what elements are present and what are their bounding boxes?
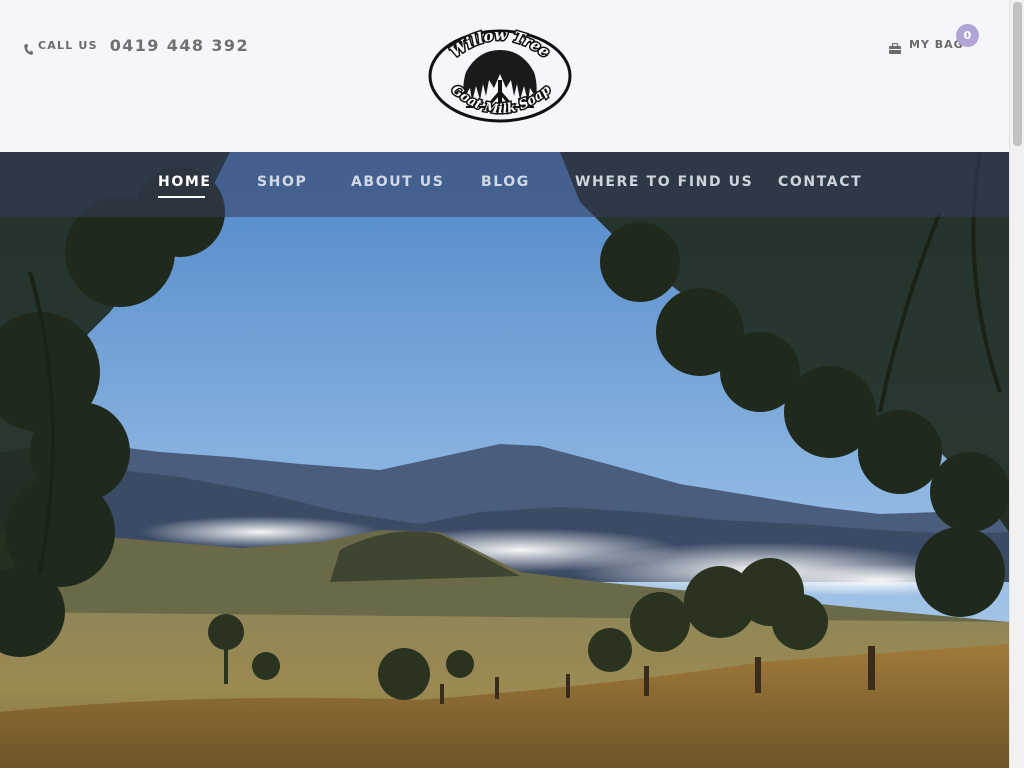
nav-home[interactable]: HOME xyxy=(158,174,212,190)
call-us-label: CALL US xyxy=(38,39,98,52)
site-logo[interactable]: Willow Tree Goat Milk Soap xyxy=(426,22,574,130)
site-header: CALL US 0419 448 392 Willow Tree Goat Mi… xyxy=(0,0,1009,152)
nav-where-to-find-us[interactable]: WHERE TO FIND US xyxy=(575,174,753,190)
call-us[interactable]: CALL US 0419 448 392 xyxy=(24,36,249,55)
briefcase-icon xyxy=(889,39,901,54)
my-bag-link[interactable]: MY BAG xyxy=(889,38,964,54)
phone-number[interactable]: 0419 448 392 xyxy=(110,36,249,55)
scrollbar-thumb[interactable] xyxy=(1013,2,1022,146)
nav-blog[interactable]: BLOG xyxy=(481,174,530,190)
page: CALL US 0419 448 392 Willow Tree Goat Mi… xyxy=(0,0,1024,768)
nav-shop[interactable]: SHOP xyxy=(257,174,307,190)
bag-count-badge[interactable]: 0 xyxy=(956,24,979,47)
phone-icon xyxy=(24,40,33,55)
my-bag-label: MY BAG xyxy=(909,38,964,51)
hero-image xyxy=(0,152,1009,768)
nav-about-us[interactable]: ABOUT US xyxy=(351,174,444,190)
page-scrollbar[interactable] xyxy=(1009,0,1024,768)
active-nav-underline xyxy=(158,196,205,198)
main-nav: HOME SHOP ABOUT US BLOG WHERE TO FIND US… xyxy=(0,152,1009,217)
nav-contact[interactable]: CONTACT xyxy=(778,174,862,190)
